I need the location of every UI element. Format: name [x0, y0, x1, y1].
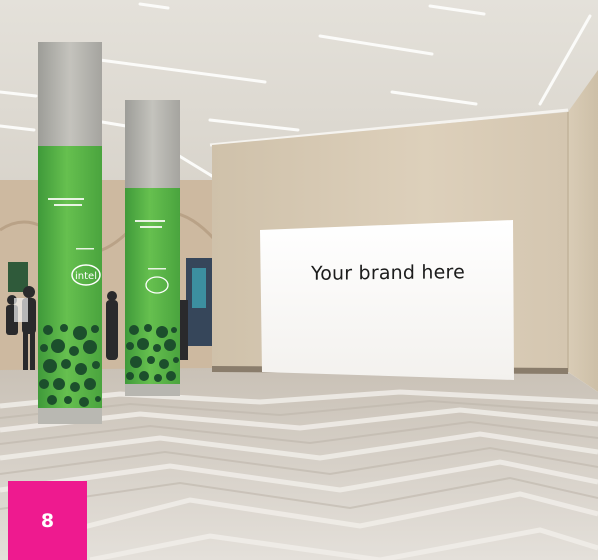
rear-pillar [125, 100, 180, 396]
venue-photo: intel Your brand here 8 [0, 0, 598, 560]
badge-number: 8 [40, 509, 55, 532]
side-wall [568, 70, 598, 392]
front-pillar: intel [38, 42, 102, 424]
billboard [260, 220, 514, 380]
number-badge: 8 [8, 481, 87, 560]
billboard-text: Your brand here [310, 261, 466, 285]
intel-logo: intel [75, 271, 97, 282]
